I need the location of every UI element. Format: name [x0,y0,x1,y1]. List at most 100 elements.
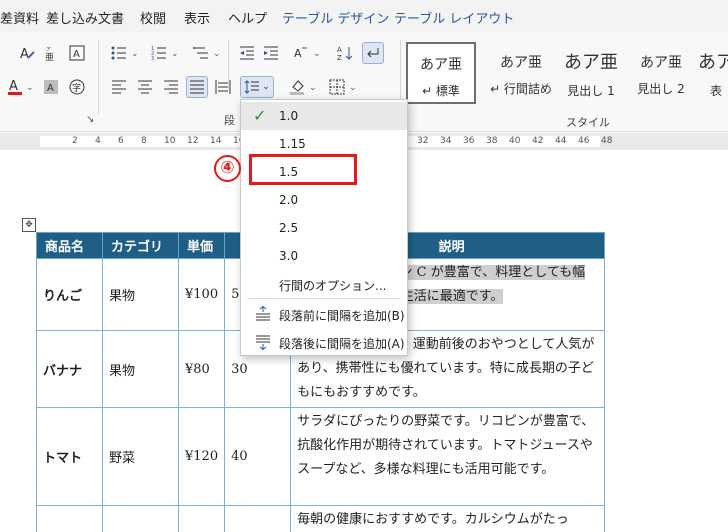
cell-name[interactable]: りんご [36,258,103,331]
ruler-tick: 36 [463,136,475,146]
cell-desc[interactable]: 毎朝の健康におすすめです。カルシウムがたっ [290,505,606,532]
line-spacing-option[interactable]: 3.0 [241,242,407,270]
chevron-down-icon[interactable]: ⌄ [213,49,221,59]
show-paragraph-marks-icon[interactable] [362,42,384,64]
chevron-down-icon[interactable]: ⌄ [313,49,321,59]
font-dialog-launcher-icon[interactable]: ↘ [86,114,94,125]
style-card-3[interactable]: あア亜見出し 2 [626,42,696,104]
cell-price[interactable]: ¥80 [177,330,226,408]
cell-name[interactable] [36,505,103,532]
table-row: 毎朝の健康におすすめです。カルシウムがたっ [36,505,606,532]
font-color-icon[interactable]: A [4,76,26,98]
line-spacing-option[interactable]: 2.5 [241,214,407,242]
text-direction-icon[interactable]: A [290,42,312,64]
option-label: 段落前に間隔を追加(B) [279,309,405,323]
enclose-characters-icon[interactable]: 字 [66,76,88,98]
cell-category[interactable]: 果物 [102,258,179,331]
table-row: トマト 野菜 ¥120 40 サラダにぴったりの野菜です。リコピンが豊富で、抗酸化作用が… [36,407,606,506]
numbering-icon[interactable]: 123 [148,42,170,64]
cell-price[interactable]: ¥120 [177,407,226,506]
sort-icon[interactable]: AZ [334,42,356,64]
distributed-icon[interactable] [212,76,234,98]
cell-text: りんご [43,289,83,304]
ruler-tick: 10 [164,136,176,146]
align-center-icon[interactable] [134,76,156,98]
line-spacing-option[interactable]: ✓ 1.0 [241,102,407,130]
chevron-down-icon[interactable]: ⌄ [131,49,139,59]
column-header: カテゴリ [102,232,179,259]
line-spacing-option[interactable]: 2.0 [241,186,407,214]
cell-name[interactable]: トマト [36,407,103,506]
line-spacing-options-link[interactable]: 行間のオプション... [241,270,407,298]
multilevel-list-icon[interactable] [190,42,212,64]
cell-category[interactable]: 野菜 [102,407,179,506]
tab-2[interactable]: 校閲 [140,8,166,27]
tab-4[interactable]: ヘルプ [228,8,267,27]
add-space-after-option[interactable]: 段落後に間隔を追加(A) [241,328,407,356]
justify-icon[interactable] [186,76,208,98]
style-preview: あア亜 [500,55,542,71]
check-icon: ✓ [253,106,267,125]
option-label: 1.15 [279,137,306,151]
cell-qty[interactable]: 40 [224,407,292,506]
clear-format-icon[interactable]: A [16,42,38,64]
align-left-icon[interactable] [108,76,130,98]
phonetic-guide-icon[interactable]: ア亜 [40,42,62,64]
cell-name[interactable]: バナナ [36,330,103,408]
style-card-0[interactable]: あア亜 ↵ 標準 [406,42,476,104]
borders-icon[interactable] [326,76,348,98]
character-border-icon[interactable]: A [66,42,88,64]
ruler-tick: 32 [417,136,429,146]
bullets-icon[interactable] [108,42,130,64]
cell-category[interactable] [102,505,179,532]
tab-3[interactable]: 表示 [184,8,210,27]
cell-qty[interactable] [224,505,292,532]
add-space-before-option[interactable]: 段落前に間隔を追加(B) [241,300,407,328]
style-name: 見出し 1 [567,84,615,98]
menu-separator [247,298,401,299]
tab-1[interactable]: 差し込み文書 [46,8,124,27]
cell-text: 野菜 [109,451,136,466]
paragraph-group-label: 段 [224,114,235,127]
style-card-4[interactable]: あア表 [696,42,728,104]
increase-indent-icon[interactable] [260,42,282,64]
tab-0[interactable]: 差資料 [0,8,39,27]
chevron-down-icon[interactable]: ⌄ [171,49,179,59]
styles-group-label: スタイル [566,116,610,129]
ribbon-tabs: 差資料 差し込み文書 校閲 表示 ヘルプ テーブル デザイン テーブル レイアウト [0,0,728,32]
ruler-tick: 4 [95,136,101,146]
shading-icon[interactable] [286,76,308,98]
cell-text: バナナ [43,363,83,379]
tab-5[interactable]: テーブル デザイン [282,8,389,27]
cell-text: ¥100 [185,287,219,302]
cell-price[interactable] [177,505,226,532]
line-spacing-button[interactable]: ⌄ [240,76,274,98]
chevron-down-icon[interactable]: ⌄ [26,83,34,93]
chevron-down-icon[interactable]: ⌄ [349,83,357,93]
style-preview: あア亜 [640,55,682,71]
decrease-indent-icon[interactable] [236,42,258,64]
svg-text:亜: 亜 [45,52,54,61]
style-preview: あア亜 [420,57,462,73]
cell-text: 果物 [109,363,136,379]
chevron-down-icon[interactable]: ⌄ [309,83,317,93]
svg-text:A: A [20,47,29,61]
style-name: 表 [709,84,722,98]
table-move-handle-icon[interactable]: ✥ [22,218,36,232]
cell-desc[interactable]: サラダにぴったりの野菜です。リコピンが豊富で、抗酸化作用が期待されています。トマ… [290,407,606,506]
style-card-1[interactable]: あア亜 ↵ 行間詰め [486,42,556,104]
option-label: 3.0 [279,249,299,263]
style-card-2[interactable]: あア亜 見出し 1 [556,42,626,104]
cell-text: 果物 [109,289,136,304]
option-label: 段落後に間隔を追加(A) [279,337,405,351]
character-shading-icon[interactable]: A [40,76,62,98]
align-right-icon[interactable] [160,76,182,98]
ruler-tick: 2 [72,136,78,146]
ruler-tick: 40 [509,136,521,146]
line-spacing-menu: ✓ 1.0 1.15 1.5 2.0 2.5 3.0 行間のオプション... 段落前に間隔を追加… [240,99,408,356]
cell-category[interactable]: 果物 [102,330,179,408]
svg-text:A: A [337,46,342,54]
style-name: 見出し 2 [637,82,685,96]
tab-6[interactable]: テーブル レイアウト [394,8,514,27]
cell-price[interactable]: ¥100 [177,258,226,331]
